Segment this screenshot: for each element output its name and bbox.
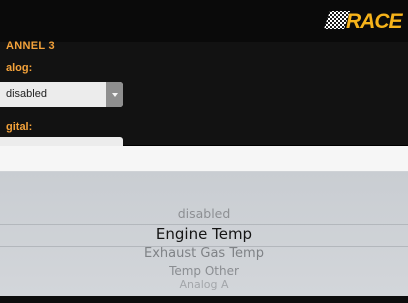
bottom-bar [0,296,408,303]
picker-option-selected[interactable]: Engine Temp [0,225,408,243]
analog-select-value: disabled [6,88,47,100]
picker-option[interactable]: disabled [0,206,408,221]
app-header: RACE [0,0,408,42]
channel-title: ANNEL 3 [6,40,55,52]
race-logo: RACE [324,8,408,32]
picker-option[interactable]: Analog A [0,278,408,291]
picker-toolbar [0,146,408,172]
svg-text:RACE: RACE [346,10,403,32]
chevron-down-icon [106,82,123,107]
digital-label: gital: [6,121,33,133]
analog-select[interactable]: disabled [0,82,123,107]
race-logo-icon: RACE [324,10,404,32]
option-picker-wheel[interactable]: disabled Engine Temp Exhaust Gas Temp Te… [0,172,408,296]
picker-option[interactable]: Temp Other [0,264,408,278]
picker-option[interactable]: Exhaust Gas Temp [0,246,408,261]
analog-label: alog: [6,62,33,74]
